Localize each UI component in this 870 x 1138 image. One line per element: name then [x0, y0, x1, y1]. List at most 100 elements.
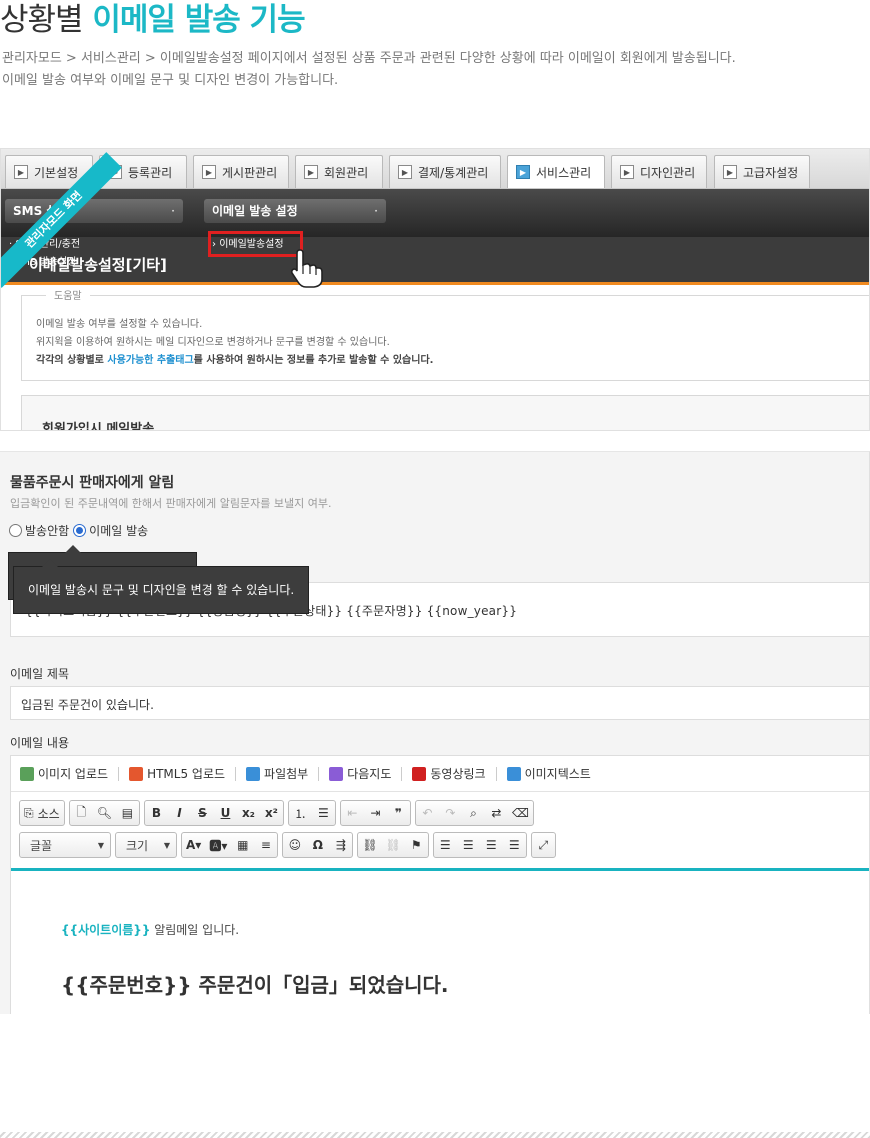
- page-description: 관리자모드 > 서비스관리 > 이메일발송설정 페이지에서 설정된 상품 주문과…: [2, 48, 736, 92]
- file-attach-icon: [246, 766, 261, 781]
- image-upload-button[interactable]: 이미지 업로드: [20, 765, 120, 782]
- image-text-button[interactable]: 이미지텍스트: [506, 765, 591, 782]
- text-color-icon[interactable]: A▾: [182, 833, 205, 857]
- editor-toolbar-row-1: ⎘ 소스 🗋 🔍︎ ▤ B I S U x₂ x² ⒈ ☰ ⇤ ⇥ ❞ ↶ ↷ …: [19, 800, 538, 826]
- radio-email-send[interactable]: [73, 524, 87, 537]
- file-attach-button[interactable]: 파일첨부: [246, 765, 320, 782]
- help-line-2: 위지윅을 이용하여 원하시는 메일 디자인으로 변경하거나 문구를 변경할 수 …: [36, 337, 390, 348]
- italic-icon[interactable]: I: [168, 801, 191, 825]
- tab-arrow-icon: ▶: [14, 165, 28, 179]
- tooltip-editor: 이메일 발송시 문구 및 디자인을 변경 할 수 있습니다.: [13, 559, 310, 614]
- admin-screenshot: ▶기본설정 ▶등록관리 ▶게시판관리 ▶회원관리 ▶결제/통계관리 ▶서비스관리…: [0, 148, 870, 431]
- link-icon[interactable]: ⛓: [358, 833, 381, 857]
- tab-board[interactable]: ▶ 게시판관리: [193, 155, 289, 188]
- section-subtitle: 입금확인이 된 주문내역에 한해서 판매자에게 알림문자를 보낼지 여부.: [10, 497, 332, 510]
- table-icon[interactable]: ▦: [231, 833, 254, 857]
- help-panel: 도움말 이메일 발송 여부를 설정할 수 있습니다. 위지윅을 이용하여 원하시…: [21, 288, 869, 381]
- source-button[interactable]: ⎘ 소스: [20, 801, 64, 825]
- font-select[interactable]: 글꼴 ▼: [20, 833, 110, 857]
- daum-map-icon: [329, 766, 344, 781]
- align-right-icon[interactable]: ☰: [480, 833, 503, 857]
- tab-members[interactable]: ▶ 회원관리: [295, 155, 383, 188]
- blockquote-icon[interactable]: ❞: [387, 801, 410, 825]
- description-line-2: 이메일 발송 여부와 이메일 문구 및 디자인 변경이 가능합니다.: [2, 73, 339, 88]
- eraser-icon[interactable]: ⌫: [508, 801, 533, 825]
- video-link-icon: [412, 766, 427, 781]
- tab-design[interactable]: ▶ 디자인관리: [611, 155, 707, 188]
- bullet-list-icon[interactable]: ☰: [312, 801, 335, 825]
- numbered-list-icon[interactable]: ⒈: [289, 801, 312, 825]
- undo-icon[interactable]: ↶: [416, 801, 439, 825]
- tab-services[interactable]: ▶ 서비스관리: [507, 155, 605, 188]
- subject-input[interactable]: 입금된 주문건이 있습니다.: [10, 686, 869, 720]
- horizontal-rule-icon[interactable]: ≡: [254, 833, 277, 857]
- tab-advanced[interactable]: ▶ 고급자설정: [714, 155, 810, 188]
- editor-content-line-1[interactable]: {{사이트이름}} 알림메일 입니다.: [61, 921, 239, 938]
- upload-toolbar: 이미지 업로드 HTML5 업로드 파일첨부 다음지도 동영상링크 이미지텍스트: [11, 756, 869, 792]
- maximize-icon[interactable]: ⤢: [532, 833, 555, 857]
- find-icon[interactable]: ⌕: [462, 801, 485, 825]
- preview-icon[interactable]: 🔍︎: [93, 801, 116, 825]
- chevron-down-icon: ▼: [97, 840, 104, 850]
- image-upload-icon: [20, 766, 34, 781]
- anchor-flag-icon[interactable]: ⚑: [405, 833, 428, 857]
- outdent-icon[interactable]: ⇤: [341, 801, 364, 825]
- smiley-icon[interactable]: ☺: [283, 833, 306, 857]
- align-left-icon[interactable]: ☰: [434, 833, 457, 857]
- template-icon[interactable]: ▤: [116, 801, 139, 825]
- html5-upload-button[interactable]: HTML5 업로드: [129, 765, 237, 782]
- bold-icon[interactable]: B: [145, 801, 168, 825]
- help-line-3: 각각의 상황별로 사용가능한 추출태그를 사용하여 원하시는 정보를 추가로 발…: [36, 355, 434, 366]
- admin-tab-bar: ▶기본설정 ▶등록관리 ▶게시판관리 ▶회원관리 ▶결제/통계관리 ▶서비스관리…: [1, 149, 869, 189]
- indent-icon[interactable]: ⇥: [364, 801, 387, 825]
- email-form-screenshot: 물품주문시 판매자에게 알림 입금확인이 된 주문내역에 한해서 판매자에게 알…: [0, 451, 870, 1014]
- menu-email-settings[interactable]: 이메일 발송 설정 ·: [204, 199, 386, 223]
- title-accent: 이메일 발송 기능: [92, 2, 305, 38]
- editor-toolbar-row-2: 글꼴 ▼ 크기 ▼ A▾ 🅰▾ ▦ ≡ ☺ Ω ⇶ ⛓ ⛓ ⚑ ☰ ☰ ☰ ☰ …: [19, 832, 560, 858]
- redo-icon[interactable]: ↷: [439, 801, 462, 825]
- daum-map-button[interactable]: 다음지도: [329, 765, 403, 782]
- dashed-divider: [0, 1132, 870, 1138]
- editor-content-line-2[interactable]: {{주문번호}} 주문건이「입금」되었습니다.: [61, 969, 449, 998]
- admin-page-heading: 이메일발송설정[기타]: [29, 256, 167, 274]
- description-line-1: 관리자모드 > 서비스관리 > 이메일발송설정 페이지에서 설정된 상품 주문과…: [2, 51, 736, 66]
- align-center-icon[interactable]: ☰: [457, 833, 480, 857]
- tab-payment-stats[interactable]: ▶ 결제/통계관리: [389, 155, 501, 188]
- image-text-icon: [506, 766, 521, 781]
- superscript-icon[interactable]: x²: [260, 801, 283, 825]
- extract-tags-link[interactable]: 사용가능한 추출태그: [107, 355, 193, 366]
- video-link-button[interactable]: 동영상링크: [412, 765, 497, 782]
- page-title: 상황별 이메일 발송 기능: [0, 0, 306, 40]
- menu-sms-settings[interactable]: SMS 설정 ·: [5, 199, 183, 223]
- tab-arrow-icon: ▶: [723, 165, 737, 179]
- hand-cursor-icon: [290, 249, 323, 288]
- tab-arrow-icon: ▶: [304, 165, 318, 179]
- underline-icon[interactable]: U: [214, 801, 237, 825]
- tab-arrow-icon: ▶: [202, 165, 216, 179]
- replace-icon[interactable]: ⇄: [485, 801, 508, 825]
- tab-arrow-icon: ▶: [398, 165, 412, 179]
- page-break-icon[interactable]: ⇶: [329, 833, 352, 857]
- new-page-icon[interactable]: 🗋: [70, 801, 93, 825]
- unlink-icon[interactable]: ⛓: [382, 833, 405, 857]
- bg-color-icon[interactable]: 🅰▾: [205, 833, 231, 857]
- radio-email-send-label: 이메일 발송: [89, 524, 149, 538]
- size-select[interactable]: 크기 ▼: [116, 833, 176, 857]
- justify-icon[interactable]: ☰: [503, 833, 526, 857]
- content-label: 이메일 내용: [10, 736, 70, 750]
- special-char-icon[interactable]: Ω: [306, 833, 329, 857]
- html5-icon: [129, 766, 144, 781]
- radio-no-send[interactable]: [9, 524, 22, 537]
- source-icon: ⎘: [24, 805, 34, 820]
- strike-icon[interactable]: S: [191, 801, 214, 825]
- subscript-icon[interactable]: x₂: [237, 801, 260, 825]
- send-option-group: 발송안함 이메일 발송: [9, 522, 148, 539]
- wysiwyg-editor: 이미지 업로드 HTML5 업로드 파일첨부 다음지도 동영상링크 이미지텍스트…: [10, 755, 869, 1014]
- chevron-down-icon: ▼: [163, 840, 170, 850]
- subject-label: 이메일 제목: [10, 667, 70, 681]
- help-legend: 도움말: [46, 288, 90, 306]
- signup-mail-section: 회원가입시 메일발송: [21, 395, 869, 430]
- tab-arrow-icon: ▶: [516, 165, 530, 179]
- section-title: 물품주문시 판매자에게 알림: [10, 475, 175, 491]
- tab-arrow-icon: ▶: [620, 165, 634, 179]
